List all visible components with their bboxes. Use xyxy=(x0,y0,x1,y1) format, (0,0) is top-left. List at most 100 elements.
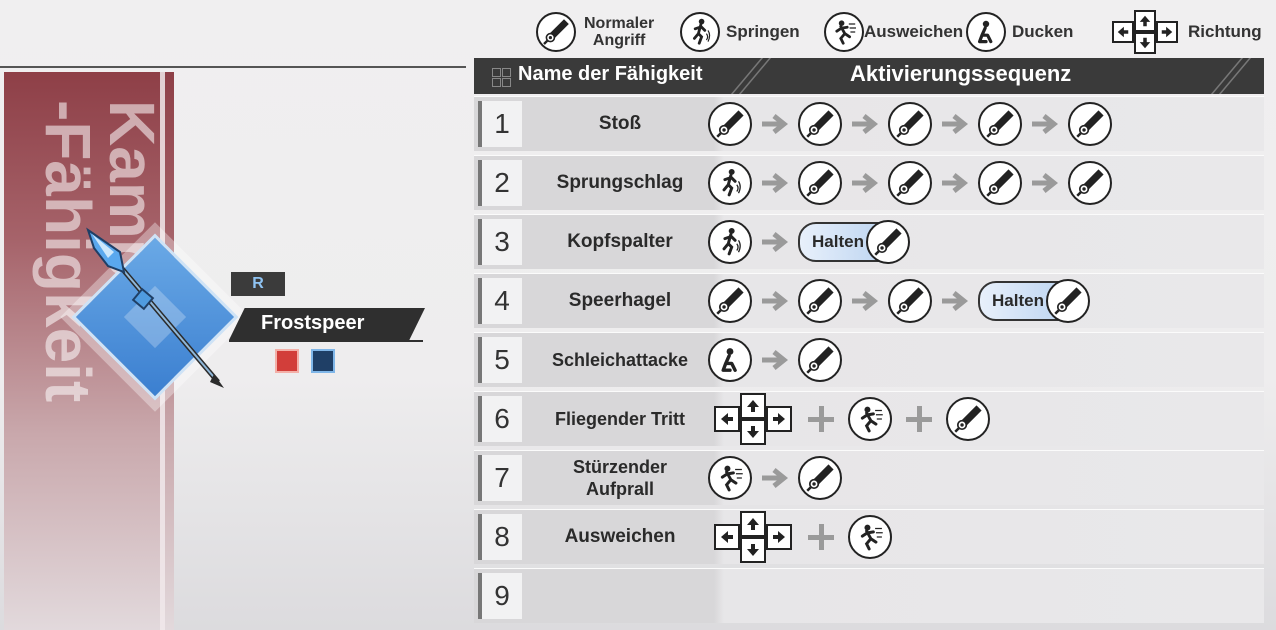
ice-icon xyxy=(311,349,335,373)
activation-sequence xyxy=(708,451,842,505)
dodge-icon xyxy=(824,12,864,52)
activation-sequence xyxy=(708,333,842,387)
arrow-right-icon xyxy=(940,171,970,195)
skill-row-7: 7 Stürzender Aufprall xyxy=(474,450,1264,505)
table-header: Name der Fähigkeit Aktivierungssequenz xyxy=(474,58,1264,94)
sword-icon xyxy=(798,338,842,382)
legend-direction: Richtung xyxy=(1112,6,1262,58)
legend-jump-label: Springen xyxy=(726,22,800,41)
activation-sequence: Halten xyxy=(708,274,1090,328)
skill-number: 9 xyxy=(478,573,522,619)
legend-normal-attack-label: Normaler Angriff xyxy=(584,15,655,49)
sword-icon xyxy=(888,279,932,323)
header-slash xyxy=(730,58,764,94)
crouch-icon xyxy=(708,338,752,382)
sword-icon xyxy=(536,12,576,52)
dodge-icon xyxy=(708,456,752,500)
arrow-right-icon xyxy=(940,289,970,313)
sword-icon xyxy=(798,456,842,500)
skill-name: Stoß xyxy=(598,113,642,134)
plus-icon xyxy=(904,404,934,434)
hold-attack: Halten xyxy=(798,220,910,264)
skill-name: Stürzender Aufprall xyxy=(572,457,668,499)
plus-icon xyxy=(806,404,836,434)
skill-row-5: 5 Schleichattacke xyxy=(474,332,1264,387)
skill-name: Kopfspalter xyxy=(567,231,673,252)
skill-number: 1 xyxy=(478,101,522,147)
jump-icon xyxy=(708,161,752,205)
skill-number: 7 xyxy=(478,455,522,501)
skill-number: 4 xyxy=(478,278,522,324)
arrow-right-icon xyxy=(760,230,790,254)
activation-sequence xyxy=(712,510,892,564)
legend-dodge-label: Ausweichen xyxy=(864,22,964,41)
jump-icon xyxy=(680,12,720,52)
legend-dodge: Ausweichen xyxy=(824,6,963,58)
arrow-right-icon xyxy=(760,289,790,313)
arrow-right-icon xyxy=(850,289,880,313)
dodge-icon xyxy=(848,515,892,559)
skill-name: Sprungschlag xyxy=(556,172,684,193)
skill-number: 3 xyxy=(478,219,522,265)
header-sequence: Aktivierungssequenz xyxy=(850,61,1072,86)
skill-row-8: 8 Ausweichen xyxy=(474,509,1264,564)
divider-line xyxy=(0,66,466,68)
skill-row-4: 4 Speerhagel Halten xyxy=(474,273,1264,328)
arrow-right-icon xyxy=(760,348,790,372)
sword-icon xyxy=(1068,102,1112,146)
arrow-right-icon xyxy=(760,112,790,136)
skill-name: Schleichattacke xyxy=(551,350,689,370)
sword-icon xyxy=(798,279,842,323)
dpad-icon xyxy=(712,393,794,445)
sword-icon xyxy=(798,102,842,146)
skill-row-3: 3 Kopfspalter Halten xyxy=(474,214,1264,269)
skill-row-9: 9 xyxy=(474,568,1264,623)
skill-name: Fliegender Tritt xyxy=(554,409,686,429)
crouch-icon xyxy=(966,12,1006,52)
arrow-right-icon xyxy=(850,112,880,136)
skill-row-6: 6 Fliegender Tritt xyxy=(474,391,1264,446)
grid-icon xyxy=(492,68,511,87)
legend-crouch: Ducken xyxy=(966,6,1073,58)
sword-icon xyxy=(888,102,932,146)
legend-crouch-label: Ducken xyxy=(1012,22,1074,41)
sword-icon xyxy=(708,102,752,146)
weapon-name-underline xyxy=(229,340,423,342)
sword-icon xyxy=(1068,161,1112,205)
arrow-right-icon xyxy=(1030,171,1060,195)
skill-number: 6 xyxy=(478,396,522,442)
arrow-right-icon xyxy=(940,112,970,136)
sword-icon xyxy=(708,279,752,323)
sword-icon xyxy=(888,161,932,205)
activation-sequence xyxy=(708,156,1112,210)
header-skill-name: Name der Fähigkeit xyxy=(518,63,703,85)
dodge-icon xyxy=(848,397,892,441)
rarity-badge: R xyxy=(231,272,285,296)
activation-sequence: Halten xyxy=(708,215,910,269)
activation-sequence xyxy=(708,97,1112,151)
sword-icon xyxy=(865,220,910,264)
sword-icon xyxy=(946,397,990,441)
skill-number: 8 xyxy=(478,514,522,560)
hold-attack: Halten xyxy=(978,279,1090,323)
arrow-right-icon xyxy=(1030,112,1060,136)
arrow-right-icon xyxy=(760,466,790,490)
sword-icon xyxy=(978,102,1022,146)
legend-direction-label: Richtung xyxy=(1188,22,1262,41)
skill-number: 2 xyxy=(478,160,522,206)
skill-row-2: 2 Sprungschlag xyxy=(474,155,1264,210)
spear-icon xyxy=(86,227,224,388)
jump-icon xyxy=(708,220,752,264)
skill-row-1: 1 Stoß xyxy=(474,96,1264,151)
legend-jump: Springen xyxy=(680,6,800,58)
sword-icon xyxy=(1045,279,1090,323)
skill-name: Ausweichen xyxy=(564,526,676,547)
dpad-icon xyxy=(1112,10,1178,54)
arrow-right-icon xyxy=(760,171,790,195)
skill-number: 5 xyxy=(478,337,522,383)
skill-name xyxy=(526,569,714,623)
sword-icon xyxy=(798,161,842,205)
weapon-name-plate: Frostspeer xyxy=(229,308,425,340)
sword-icon xyxy=(978,161,1022,205)
input-legend: Normaler Angriff Springen Ausweichen Duc… xyxy=(530,6,1270,58)
